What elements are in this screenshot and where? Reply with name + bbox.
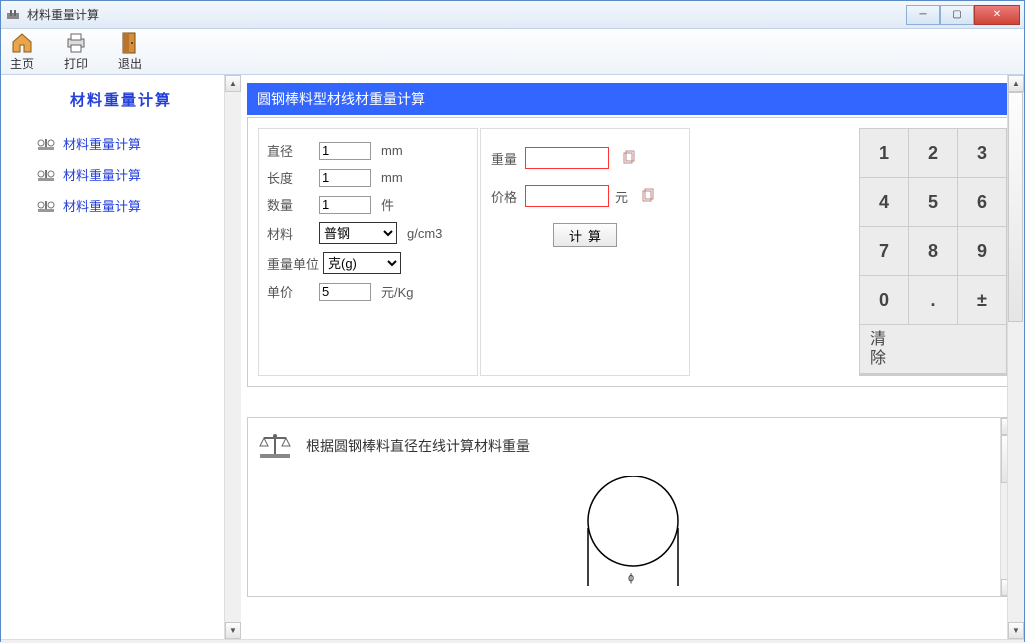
- copy-weight-icon[interactable]: [623, 150, 637, 167]
- quantity-unit: 件: [381, 195, 394, 214]
- calculate-button[interactable]: 计算: [553, 223, 617, 247]
- weight-unit-label: 重量单位: [267, 254, 323, 273]
- sidebar-title: 材料重量计算: [1, 81, 241, 128]
- description-panel: 根据圆钢棒料直径在线计算材料重量 ɸ ▲ ▼: [247, 417, 1018, 597]
- price-unit: 元/Kg: [381, 282, 414, 301]
- cost-output[interactable]: [525, 185, 609, 207]
- scale-icon: [37, 199, 55, 213]
- rod-diagram: ɸ: [258, 476, 1007, 586]
- scroll-up-icon[interactable]: ▲: [1008, 75, 1024, 92]
- scroll-down-icon[interactable]: ▼: [225, 622, 241, 639]
- diameter-unit: mm: [381, 143, 403, 158]
- cost-unit: 元: [615, 187, 628, 206]
- description-header: 根据圆钢棒料直径在线计算材料重量: [258, 432, 1007, 460]
- key-dot[interactable]: .: [909, 276, 957, 324]
- material-label: 材料: [267, 224, 319, 243]
- key-9[interactable]: 9: [958, 227, 1006, 275]
- length-label: 长度: [267, 168, 319, 187]
- quantity-input[interactable]: [319, 196, 371, 214]
- key-plusminus[interactable]: ±: [958, 276, 1006, 324]
- scroll-thumb[interactable]: [1008, 92, 1023, 322]
- keypad: 1 2 3 4 5 6 7 8 9 0 . ± 清 除: [859, 128, 1007, 376]
- print-button[interactable]: 打印: [63, 31, 89, 72]
- key-7[interactable]: 7: [860, 227, 908, 275]
- home-label: 主页: [10, 55, 34, 72]
- panel-title: 圆钢棒料型材线材重量计算: [247, 83, 1018, 115]
- svg-text:ɸ: ɸ: [628, 572, 634, 584]
- scroll-down-icon[interactable]: ▼: [1008, 622, 1024, 639]
- scroll-up-icon[interactable]: ▲: [225, 75, 241, 92]
- input-column: 直径 mm 长度 mm 数量 件 材料: [258, 128, 478, 376]
- key-5[interactable]: 5: [909, 178, 957, 226]
- content-area: 材料重量计算 材料重量计算 材料重量计算 材料重量计算 ▲ ▼ 圆钢棒料型材线材…: [1, 75, 1024, 639]
- home-button[interactable]: 主页: [9, 31, 35, 72]
- app-icon: [5, 7, 21, 23]
- window-controls: ─ ▢ ✕: [906, 5, 1020, 25]
- app-window: 材料重量计算 ─ ▢ ✕ 主页 打印 退出 材料重量计算 材料重量计算: [0, 0, 1025, 642]
- minimize-button[interactable]: ─: [906, 5, 940, 25]
- key-6[interactable]: 6: [958, 178, 1006, 226]
- quantity-label: 数量: [267, 195, 319, 214]
- exit-icon: [117, 31, 143, 55]
- description-text: 根据圆钢棒料直径在线计算材料重量: [306, 436, 530, 456]
- material-select[interactable]: 普钢: [319, 222, 397, 244]
- key-clear[interactable]: 清 除: [860, 325, 1006, 373]
- sidebar-scrollbar[interactable]: ▲ ▼: [224, 75, 241, 639]
- scale-icon: [37, 137, 55, 151]
- diameter-input[interactable]: [319, 142, 371, 160]
- titlebar: 材料重量计算 ─ ▢ ✕: [1, 1, 1024, 29]
- weight-unit-select[interactable]: 克(g): [323, 252, 401, 274]
- cost-out-label: 价格: [491, 187, 525, 206]
- scale-icon: [37, 168, 55, 182]
- key-1[interactable]: 1: [860, 129, 908, 177]
- length-unit: mm: [381, 170, 403, 185]
- print-label: 打印: [64, 55, 88, 72]
- home-icon: [9, 31, 35, 55]
- sidebar-item[interactable]: 材料重量计算: [1, 159, 241, 190]
- sidebar-item[interactable]: 材料重量计算: [1, 190, 241, 221]
- diameter-label: 直径: [267, 141, 319, 160]
- main-panel: 圆钢棒料型材线材重量计算 直径 mm 长度 mm 数量: [241, 75, 1024, 639]
- toolbar: 主页 打印 退出: [1, 29, 1024, 75]
- main-scrollbar[interactable]: ▲ ▼: [1007, 75, 1024, 639]
- sidebar-item-label: 材料重量计算: [63, 134, 141, 153]
- key-0[interactable]: 0: [860, 276, 908, 324]
- weight-output[interactable]: [525, 147, 609, 169]
- sidebar-item-label: 材料重量计算: [63, 165, 141, 184]
- key-2[interactable]: 2: [909, 129, 957, 177]
- key-8[interactable]: 8: [909, 227, 957, 275]
- material-unit: g/cm3: [407, 226, 442, 241]
- output-column: 重量 价格 元 计算: [480, 128, 690, 376]
- maximize-button[interactable]: ▢: [940, 5, 974, 25]
- sidebar-item-label: 材料重量计算: [63, 196, 141, 215]
- statusbar: [1, 639, 1024, 643]
- key-3[interactable]: 3: [958, 129, 1006, 177]
- copy-cost-icon[interactable]: [642, 188, 656, 205]
- window-title: 材料重量计算: [27, 6, 906, 23]
- balance-scale-icon: [258, 432, 292, 460]
- length-input[interactable]: [319, 169, 371, 187]
- sidebar: 材料重量计算 材料重量计算 材料重量计算 材料重量计算 ▲ ▼: [1, 75, 241, 639]
- exit-label: 退出: [118, 55, 142, 72]
- calc-panel: 直径 mm 长度 mm 数量 件 材料: [247, 117, 1018, 387]
- print-icon: [63, 31, 89, 55]
- key-4[interactable]: 4: [860, 178, 908, 226]
- sidebar-item[interactable]: 材料重量计算: [1, 128, 241, 159]
- exit-button[interactable]: 退出: [117, 31, 143, 72]
- price-label: 单价: [267, 282, 319, 301]
- price-input[interactable]: [319, 283, 371, 301]
- weight-out-label: 重量: [491, 149, 525, 168]
- close-button[interactable]: ✕: [974, 5, 1020, 25]
